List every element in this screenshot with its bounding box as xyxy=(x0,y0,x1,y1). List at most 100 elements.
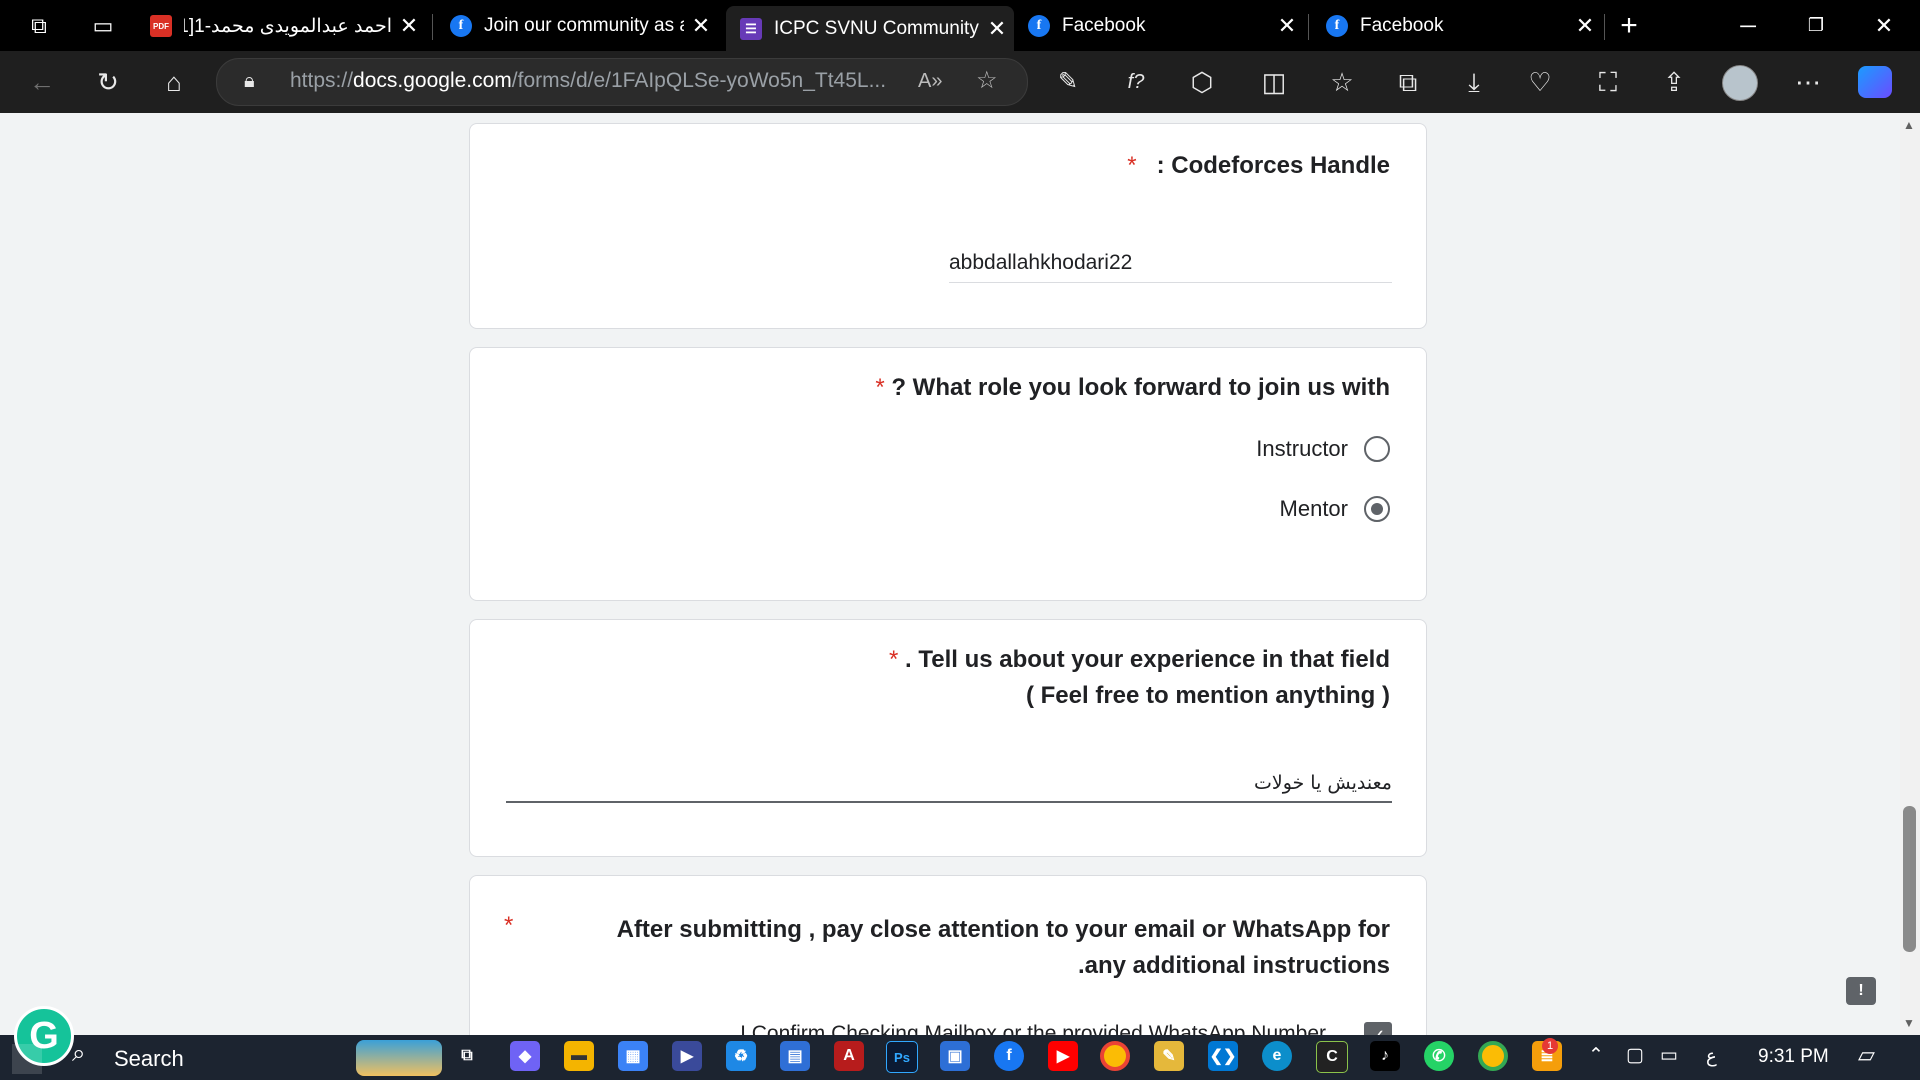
codeforces-handle-input[interactable]: abbdallahkhodari22 xyxy=(949,244,1392,283)
photoshop-icon[interactable]: Ps xyxy=(886,1041,918,1073)
tiktok-icon[interactable]: ♪ xyxy=(1370,1041,1400,1071)
tab-pdf[interactable]: PDF احمد عبدالمويدى محمد-1[1 ✕ xyxy=(136,5,426,47)
option-instructor[interactable]: Instructor xyxy=(1256,436,1390,462)
question-card-role: * ? What role you look forward to join u… xyxy=(469,347,1427,601)
pdf-reader-icon[interactable]: A xyxy=(834,1041,864,1071)
option-mentor[interactable]: Mentor xyxy=(1280,496,1390,522)
chrome-profile-icon[interactable] xyxy=(1478,1041,1508,1071)
question-title: * : Codeforces Handle xyxy=(1127,152,1390,179)
radio-button[interactable] xyxy=(1364,436,1390,462)
confirm-checkbox[interactable]: ✓ xyxy=(1364,1022,1392,1035)
tab-separator xyxy=(1604,14,1605,40)
scroll-down-arrow[interactable]: ▼ xyxy=(1903,1016,1915,1030)
tab-separator xyxy=(1308,14,1309,40)
refresh-icon[interactable]: ↻ xyxy=(86,51,130,113)
more-icon[interactable]: ⋯ xyxy=(1786,51,1830,113)
notifications-icon[interactable]: ▱ xyxy=(1858,1042,1875,1068)
formula-icon[interactable]: f? xyxy=(1114,51,1158,113)
minimize-icon[interactable]: ─ xyxy=(1730,0,1766,51)
question-card-codeforces: * : Codeforces Handle abbdallahkhodari22 xyxy=(469,123,1427,329)
meet-icon[interactable]: ▢ xyxy=(1626,1044,1644,1067)
start-icon[interactable] xyxy=(12,1044,42,1074)
tab-facebook-1[interactable]: f Facebook ✕ xyxy=(1014,5,1304,47)
close-icon[interactable]: ✕ xyxy=(980,16,1014,42)
chrome-icon[interactable] xyxy=(1100,1041,1130,1071)
question-title: * . Tell us about your experience in tha… xyxy=(889,646,1390,673)
question-subtitle: ( Feel free to mention anything ) xyxy=(1025,682,1390,709)
tab-join-community[interactable]: f Join our community as a ✕ xyxy=(436,5,718,47)
new-tab-button[interactable]: + xyxy=(1612,0,1646,51)
home-icon[interactable]: ⌂ xyxy=(152,51,196,113)
facebook-icon: f xyxy=(1326,15,1348,37)
taskbar-clock[interactable]: 9:31 PM xyxy=(1758,1046,1829,1068)
facebook-icon: f xyxy=(450,15,472,37)
restore-icon[interactable]: ❐ xyxy=(1798,0,1834,51)
media-player-icon[interactable]: ▶ xyxy=(672,1041,702,1071)
calendar-icon[interactable]: ▤ xyxy=(780,1041,810,1071)
clion-icon[interactable]: C xyxy=(1316,1041,1348,1073)
radio-button-selected[interactable] xyxy=(1364,496,1390,522)
share-icon[interactable]: ⇪ xyxy=(1652,51,1696,113)
edge-icon[interactable]: e xyxy=(1262,1041,1292,1071)
extensions-icon[interactable]: ⬡ xyxy=(1180,51,1224,113)
favorites-icon[interactable]: ☆ xyxy=(1320,51,1364,113)
store-icon[interactable]: ▦ xyxy=(618,1041,648,1071)
image-editor-icon[interactable]: ✎ xyxy=(1154,1041,1184,1071)
taskbar-search[interactable]: Search xyxy=(114,1046,184,1072)
file-explorer-icon[interactable]: ▬ xyxy=(564,1041,594,1071)
close-icon[interactable]: ✕ xyxy=(1270,13,1304,39)
question-title: After submitting , pay close attention t… xyxy=(616,916,1390,943)
eyedropper-icon[interactable]: ✎ xyxy=(1046,51,1090,113)
vertical-tabs-icon[interactable]: ▭ xyxy=(86,0,120,51)
collections-icon[interactable]: ⧉ xyxy=(1386,51,1430,113)
read-aloud-icon[interactable]: A» xyxy=(918,58,942,104)
close-icon[interactable]: ✕ xyxy=(1568,13,1602,39)
profile-avatar[interactable] xyxy=(1722,65,1758,101)
tab-separator xyxy=(432,14,433,40)
tab-icpc-form[interactable]: ☰ ICPC SVNU Community - ✕ xyxy=(726,6,1014,51)
required-mark: * xyxy=(504,912,514,939)
language-indicator[interactable]: ع xyxy=(1706,1046,1717,1067)
scrollbar-thumb[interactable] xyxy=(1903,806,1916,952)
task-view-icon[interactable]: ⧉ xyxy=(452,1041,482,1071)
facebook-app-icon[interactable]: f xyxy=(994,1041,1024,1071)
facebook-icon: f xyxy=(1028,15,1050,37)
youtube-icon[interactable]: ▶ xyxy=(1048,1041,1078,1071)
copilot-icon[interactable] xyxy=(1858,66,1892,98)
close-icon[interactable]: ✕ xyxy=(684,13,718,39)
window-close-icon[interactable]: ✕ xyxy=(1866,0,1902,51)
downloads-icon[interactable]: ⤓ xyxy=(1452,51,1496,113)
browser-essentials-icon[interactable]: ♡ xyxy=(1518,51,1562,113)
copilot-app-icon[interactable]: ◆ xyxy=(510,1041,540,1071)
tab-bar: ⧉ ▭ PDF احمد عبدالمويدى محمد-1[1 ✕ f Joi… xyxy=(0,0,1920,51)
battery-icon[interactable]: ▭ xyxy=(1660,1044,1678,1067)
split-screen-icon[interactable]: ◫ xyxy=(1252,51,1296,113)
vscode-icon[interactable]: ❮❯ xyxy=(1208,1041,1238,1071)
add-favorite-icon[interactable]: ☆ xyxy=(976,58,998,104)
close-icon[interactable]: ✕ xyxy=(392,13,426,39)
whatsapp-icon[interactable]: ✆ xyxy=(1424,1041,1454,1071)
question-title: * ? What role you look forward to join u… xyxy=(875,374,1390,401)
pdf-icon: PDF xyxy=(150,15,172,37)
back-icon[interactable]: ← xyxy=(20,51,64,113)
show-hidden-icons[interactable]: ⌃ xyxy=(1588,1044,1604,1067)
lock-icon[interactable]: 🔒︎ xyxy=(244,58,255,104)
workspaces-icon[interactable]: ⧉ xyxy=(22,0,56,51)
notification-badge: 1 xyxy=(1542,1038,1558,1054)
window-app-icon[interactable]: ▣ xyxy=(940,1041,970,1071)
search-highlight-image[interactable] xyxy=(356,1040,442,1076)
url-text[interactable]: https://docs.google.com/forms/d/e/1FAIpQ… xyxy=(290,58,910,104)
question-card-confirm: * After submitting , pay close attention… xyxy=(469,875,1427,1035)
search-icon: ⌕ xyxy=(72,1040,86,1067)
experience-textarea[interactable]: معنديش يا خولات xyxy=(506,765,1392,803)
question-subtitle: .any additional instructions xyxy=(1077,952,1390,979)
report-issue-icon[interactable]: ! xyxy=(1846,977,1876,1005)
form-page: * : Codeforces Handle abbdallahkhodari22… xyxy=(0,113,1900,1035)
question-card-experience: * . Tell us about your experience in tha… xyxy=(469,619,1427,857)
confirm-checkbox-label: I Confirm Checking Mailbox or the provid… xyxy=(740,1022,1326,1035)
google-forms-icon: ☰ xyxy=(740,17,762,40)
tab-facebook-2[interactable]: f Facebook ✕ xyxy=(1312,5,1602,47)
scroll-up-arrow[interactable]: ▲ xyxy=(1903,118,1915,132)
recycle-icon[interactable]: ♻ xyxy=(726,1041,756,1071)
screenshot-icon[interactable]: ⛶ xyxy=(1586,51,1630,113)
